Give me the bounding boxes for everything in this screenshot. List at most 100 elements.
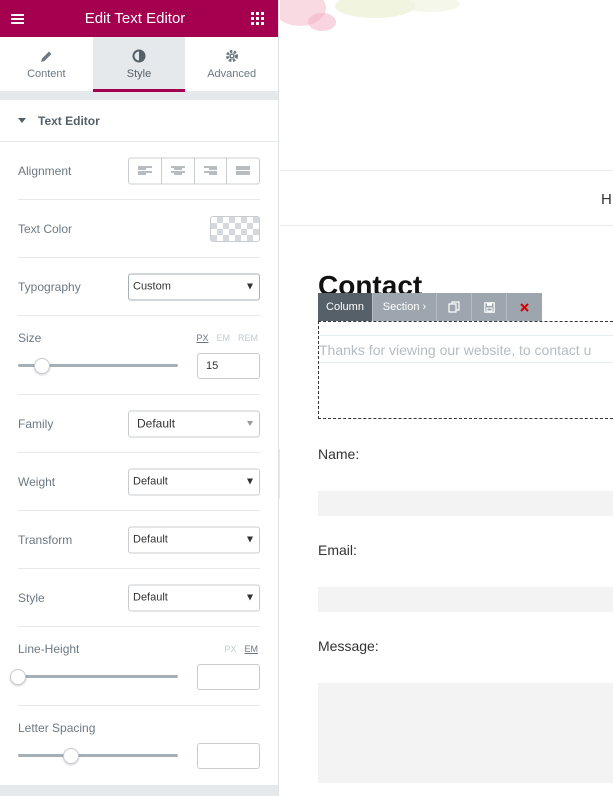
transform-select[interactable]: Default [128,526,260,553]
column-button[interactable]: Column [318,293,373,321]
align-justify-button[interactable] [227,158,259,183]
line-height-slider[interactable] [10,668,178,685]
control-alignment: Alignment [18,142,260,200]
page-preview: H Contact Column Section › Thanks for vi… [280,0,613,796]
line-height-input[interactable] [197,664,260,690]
style-label: Style [18,590,45,605]
style-value: Default [133,591,168,604]
hamburger-icon [10,12,24,26]
unit-em[interactable]: EM [245,644,259,654]
control-family: Family Default [18,395,260,453]
nav-divider [280,225,613,226]
align-right-icon [203,165,218,177]
weight-value: Default [133,475,168,488]
text-editor-content[interactable]: Thanks for viewing our website, to conta… [319,342,591,358]
dropdown-arrow-icon [247,283,253,290]
tab-style-label: Style [126,68,152,80]
align-right-button[interactable] [195,158,228,183]
family-label: Family [18,416,54,431]
transform-label: Transform [18,532,73,547]
line-height-units: PX EM [224,644,258,654]
panel-title: Edit Text Editor [84,10,186,27]
letter-spacing-label: Letter Spacing [18,721,96,735]
delete-icon [520,302,529,312]
dropdown-arrow-icon [247,594,253,601]
email-field[interactable] [318,587,613,612]
caret-down-icon [18,118,26,123]
line-height-slider-handle[interactable] [10,668,26,685]
name-label: Name: [318,446,360,462]
typography-label: Typography [18,279,81,294]
style-select[interactable]: Default [128,584,260,611]
size-slider[interactable] [18,357,178,374]
save-button[interactable] [472,293,507,321]
panel-spacer [0,92,278,100]
unit-rem[interactable]: REM [238,333,258,343]
message-field[interactable] [318,683,613,783]
unit-px[interactable]: PX [224,644,236,654]
tab-style[interactable]: Style [92,37,186,92]
align-left-icon [138,165,152,177]
name-field[interactable] [318,491,613,516]
text-color-picker[interactable] [210,215,260,242]
text-editor-widget[interactable]: Thanks for viewing our website, to conta… [318,321,613,419]
dropdown-arrow-icon [247,478,253,485]
menu-button[interactable] [0,0,34,37]
duplicate-icon [448,301,460,313]
family-select[interactable]: Default [128,410,260,437]
alignment-choices [128,157,260,184]
align-center-button[interactable] [162,158,195,183]
transform-value: Default [133,533,168,546]
align-left-button[interactable] [129,158,162,183]
unit-em[interactable]: EM [217,333,231,343]
controls-area: Text Editor Alignment Text Color Typogra… [0,100,278,785]
email-label: Email: [318,542,357,558]
align-center-icon [170,165,185,177]
widgets-button[interactable] [236,0,278,37]
delete-button[interactable] [507,293,542,321]
size-slider-handle[interactable] [34,357,50,374]
panel-header: Edit Text Editor [0,0,278,37]
typography-select[interactable]: Custom [128,273,260,300]
line-height-label: Line-Height [18,642,80,656]
element-toolbar: Column Section › [318,293,542,321]
family-value: Default [137,416,176,431]
editor-panel: Edit Text Editor Content Style Advanced [0,0,279,796]
control-transform: Transform Default [18,511,260,569]
tab-advanced[interactable]: Advanced [185,37,278,91]
align-justify-icon [236,165,250,177]
letter-spacing-slider-handle[interactable] [62,747,79,764]
floral-decoration [280,0,460,31]
letter-spacing-slider[interactable] [18,747,178,764]
control-letter-spacing: Letter Spacing [18,706,260,785]
grid-icon [250,12,264,25]
control-weight: Weight Default [18,453,260,511]
control-size: Size PX EM REM 15 [18,316,260,395]
unit-px[interactable]: PX [196,333,208,343]
control-typography: Typography Custom [18,258,260,316]
save-icon [483,301,495,313]
contrast-icon [132,48,146,64]
section-button[interactable]: Section › [373,293,437,321]
panel-tabs: Content Style Advanced [0,37,278,92]
nav-link[interactable]: H [601,191,612,208]
gear-icon [225,48,239,64]
duplicate-button[interactable] [437,293,472,321]
tab-content-label: Content [27,68,66,80]
typography-value: Custom [133,280,171,293]
size-label: Size [18,331,42,345]
tab-advanced-label: Advanced [207,68,257,80]
weight-label: Weight [18,474,56,489]
dropdown-arrow-icon [247,421,253,426]
section-title: Text Editor [38,113,100,128]
size-units: PX EM REM [196,333,258,343]
size-input[interactable]: 15 [197,353,260,379]
text-color-label: Text Color [18,221,73,236]
control-text-color: Text Color [18,200,260,258]
tab-content[interactable]: Content [0,37,93,91]
alignment-label: Alignment [18,163,72,178]
pencil-icon [40,48,53,64]
weight-select[interactable]: Default [128,468,260,495]
section-toggle-text-editor[interactable]: Text Editor [0,100,278,142]
letter-spacing-input[interactable] [197,743,260,769]
